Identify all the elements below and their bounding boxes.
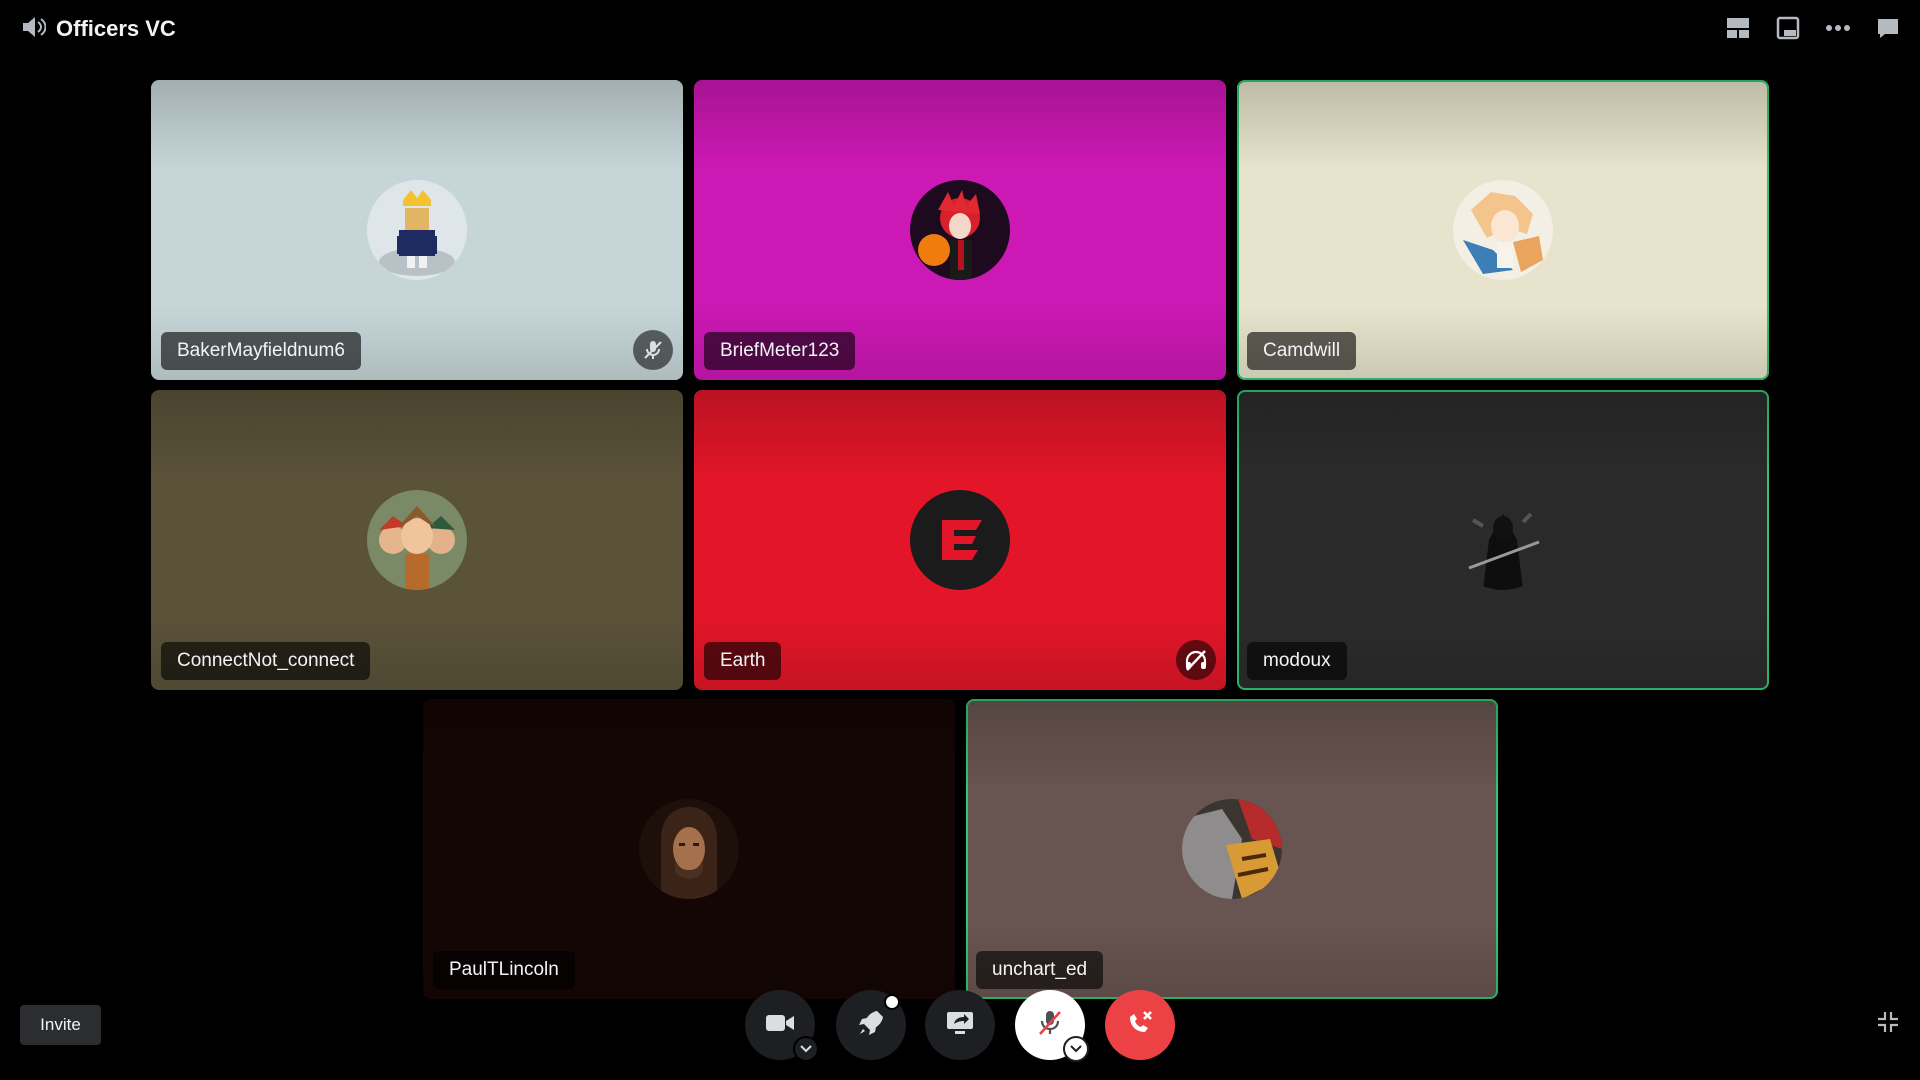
participant-name: Camdwill <box>1247 332 1357 370</box>
participant-tile[interactable]: ConnectNot_connect <box>151 390 683 690</box>
participant-tile[interactable]: modoux <box>1237 390 1769 690</box>
participant-tile[interactable]: Earth <box>694 390 1226 690</box>
participant-name: BriefMeter123 <box>704 332 856 370</box>
avatar <box>910 180 1010 280</box>
camera-button[interactable] <box>745 990 819 1062</box>
participant-tile[interactable]: BriefMeter123 <box>694 80 1226 380</box>
avatar <box>1453 180 1553 280</box>
microphone-options-button[interactable] <box>1063 1036 1089 1062</box>
mic-muted-icon <box>633 330 673 370</box>
participant-tile[interactable]: unchart_ed <box>966 699 1498 999</box>
avatar <box>910 490 1010 590</box>
share-screen-icon <box>945 1010 975 1041</box>
participant-name: BakerMayfieldnum6 <box>161 332 361 370</box>
disconnect-button[interactable] <box>1105 990 1175 1060</box>
participant-tile[interactable]: PaulTLincoln <box>423 699 955 999</box>
call-header: Officers VC <box>0 0 1920 60</box>
camera-icon <box>765 1013 795 1038</box>
avatar <box>1453 490 1553 590</box>
participant-name: Earth <box>704 642 782 680</box>
participant-name: ConnectNot_connect <box>161 642 371 680</box>
participant-tile[interactable]: BakerMayfieldnum6 <box>151 80 683 380</box>
grid-layout-icon[interactable] <box>1724 14 1752 42</box>
speaker-icon <box>20 15 47 44</box>
avatar <box>639 799 739 899</box>
chat-icon[interactable] <box>1874 14 1902 42</box>
notification-dot <box>884 994 900 1010</box>
collapse-button[interactable] <box>1874 1010 1902 1038</box>
participant-name: PaulTLincoln <box>433 951 575 989</box>
disconnect-icon <box>1125 1009 1155 1042</box>
share-screen-button[interactable] <box>925 990 995 1060</box>
activity-rocket-icon <box>857 1009 885 1042</box>
deafened-icon <box>1176 640 1216 680</box>
participant-name: modoux <box>1247 642 1347 680</box>
header-actions <box>1724 14 1902 42</box>
channel-name: Officers VC <box>56 16 176 41</box>
microphone-muted-icon <box>1037 1009 1063 1042</box>
avatar <box>1182 799 1282 899</box>
participant-tile[interactable]: Camdwill <box>1237 80 1769 380</box>
participant-name: unchart_ed <box>976 951 1104 989</box>
avatar <box>367 490 467 590</box>
collapse-icon <box>1876 1010 1900 1039</box>
avatar <box>367 180 467 280</box>
popout-icon[interactable] <box>1774 14 1802 42</box>
more-icon[interactable] <box>1824 14 1852 42</box>
microphone-button[interactable] <box>1015 990 1089 1062</box>
activity-button[interactable] <box>836 990 906 1060</box>
invite-button[interactable]: Invite <box>20 1005 101 1045</box>
channel-header: Officers VC <box>20 14 176 44</box>
camera-options-button[interactable] <box>793 1036 819 1062</box>
